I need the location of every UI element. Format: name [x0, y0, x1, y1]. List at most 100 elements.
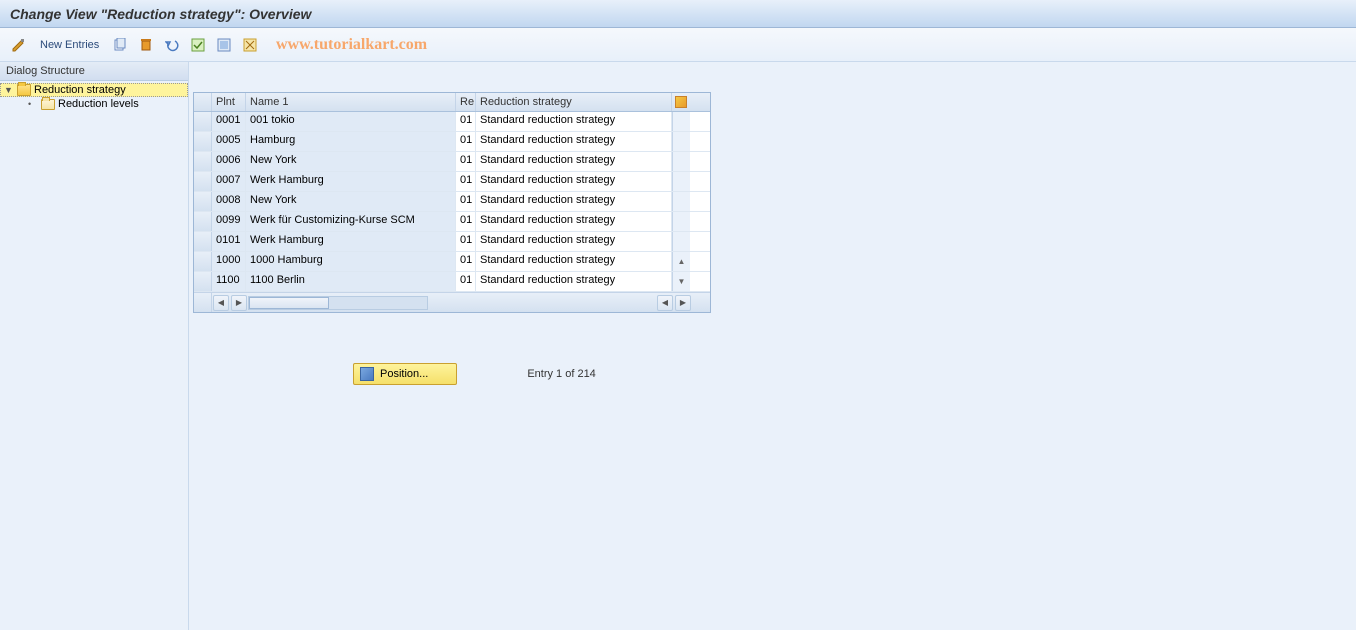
cell-name[interactable]: 1000 Hamburg — [246, 252, 456, 271]
entry-count-text: Entry 1 of 214 — [527, 368, 596, 380]
tree-expander-icon[interactable]: ▼ — [4, 85, 14, 95]
cell-strategy[interactable]: Standard reduction strategy — [476, 192, 672, 211]
column-header-strategy[interactable]: Reduction strategy — [476, 93, 672, 111]
scroll-right-icon[interactable]: ▶ — [231, 295, 247, 311]
cell-name[interactable]: Werk Hamburg — [246, 172, 456, 191]
select-all-icon[interactable] — [187, 34, 209, 56]
cell-name[interactable]: 001 tokio — [246, 112, 456, 131]
table-row: 10001000 Hamburg01Standard reduction str… — [194, 252, 710, 272]
row-selector[interactable] — [194, 212, 212, 231]
scroll-left-icon[interactable]: ◀ — [213, 295, 229, 311]
cell-re[interactable]: 01 — [456, 192, 476, 211]
row-selector[interactable] — [194, 272, 212, 291]
cell-plnt[interactable]: 0005 — [212, 132, 246, 151]
scroll-left-end-icon[interactable]: ◀ — [657, 295, 673, 311]
cell-strategy[interactable]: Standard reduction strategy — [476, 172, 672, 191]
folder-open-icon — [17, 84, 31, 96]
delete-icon[interactable] — [135, 34, 157, 56]
vertical-scroll-cell[interactable]: ▼ — [672, 272, 690, 291]
undo-icon[interactable] — [161, 34, 183, 56]
tree: ▼ Reduction strategy • Reduction levels — [0, 81, 188, 113]
cell-plnt[interactable]: 1100 — [212, 272, 246, 291]
vertical-scroll-cell — [672, 132, 690, 151]
title-bar: Change View "Reduction strategy": Overvi… — [0, 0, 1356, 28]
grid-footer: Position... Entry 1 of 214 — [193, 363, 1356, 385]
table-row: 0005Hamburg01Standard reduction strategy — [194, 132, 710, 152]
tree-bullet-icon: • — [28, 99, 38, 109]
select-block-icon[interactable] — [213, 34, 235, 56]
grid-configure-button[interactable] — [672, 93, 690, 111]
folder-closed-icon — [41, 99, 55, 110]
cell-plnt[interactable]: 0001 — [212, 112, 246, 131]
vertical-scroll-cell — [672, 112, 690, 131]
table-row: 0006New York01Standard reduction strateg… — [194, 152, 710, 172]
scroll-thumb[interactable] — [249, 297, 329, 309]
table-row: 11001100 Berlin01Standard reduction stra… — [194, 272, 710, 292]
deselect-all-icon[interactable] — [239, 34, 261, 56]
cell-plnt[interactable]: 0006 — [212, 152, 246, 171]
toggle-change-icon[interactable] — [8, 34, 30, 56]
cell-plnt[interactable]: 0101 — [212, 232, 246, 251]
scroll-track[interactable] — [248, 296, 428, 310]
grid-header-row: Plnt Name 1 Re Reduction strategy — [194, 93, 710, 112]
cell-re[interactable]: 01 — [456, 212, 476, 231]
cell-name[interactable]: Hamburg — [246, 132, 456, 151]
cell-re[interactable]: 01 — [456, 252, 476, 271]
scroll-right-end-icon[interactable]: ▶ — [675, 295, 691, 311]
row-selector[interactable] — [194, 152, 212, 171]
cell-strategy[interactable]: Standard reduction strategy — [476, 272, 672, 291]
copy-icon[interactable] — [109, 34, 131, 56]
workspace: Dialog Structure ▼ Reduction strategy • … — [0, 62, 1356, 630]
cell-strategy[interactable]: Standard reduction strategy — [476, 212, 672, 231]
row-selector[interactable] — [194, 112, 212, 131]
sidebar-header: Dialog Structure — [0, 62, 188, 81]
configure-icon — [675, 96, 687, 108]
cell-re[interactable]: 01 — [456, 112, 476, 131]
cell-name[interactable]: New York — [246, 192, 456, 211]
row-selector[interactable] — [194, 192, 212, 211]
tree-node-label: Reduction levels — [58, 98, 139, 110]
tree-node-label: Reduction strategy — [34, 84, 126, 96]
cell-re[interactable]: 01 — [456, 272, 476, 291]
cell-strategy[interactable]: Standard reduction strategy — [476, 132, 672, 151]
scroll-up-icon[interactable]: ▲ — [678, 257, 686, 266]
cell-strategy[interactable]: Standard reduction strategy — [476, 252, 672, 271]
cell-re[interactable]: 01 — [456, 152, 476, 171]
row-selector[interactable] — [194, 232, 212, 251]
cell-name[interactable]: Werk Hamburg — [246, 232, 456, 251]
vertical-scroll-cell[interactable]: ▲ — [672, 252, 690, 271]
column-header-name[interactable]: Name 1 — [246, 93, 456, 111]
watermark-text: www.tutorialkart.com — [276, 36, 427, 54]
table-row: 0008New York01Standard reduction strateg… — [194, 192, 710, 212]
vertical-scroll-cell — [672, 232, 690, 251]
scroll-down-icon[interactable]: ▼ — [678, 277, 686, 286]
vertical-scroll-cell — [672, 192, 690, 211]
cell-plnt[interactable]: 1000 — [212, 252, 246, 271]
cell-strategy[interactable]: Standard reduction strategy — [476, 232, 672, 251]
cell-strategy[interactable]: Standard reduction strategy — [476, 152, 672, 171]
row-selector[interactable] — [194, 252, 212, 271]
cell-strategy[interactable]: Standard reduction strategy — [476, 112, 672, 131]
cell-plnt[interactable]: 0007 — [212, 172, 246, 191]
grid-body: 0001001 tokio01Standard reduction strate… — [194, 112, 710, 292]
row-selector[interactable] — [194, 172, 212, 191]
cell-plnt[interactable]: 0008 — [212, 192, 246, 211]
vertical-scroll-cell — [672, 172, 690, 191]
cell-name[interactable]: 1100 Berlin — [246, 272, 456, 291]
horizontal-scrollbar: ◀ ▶ ◀ ▶ — [194, 292, 710, 312]
column-header-re[interactable]: Re — [456, 93, 476, 111]
tree-node-reduction-levels[interactable]: • Reduction levels — [0, 97, 188, 111]
tree-node-reduction-strategy[interactable]: ▼ Reduction strategy — [0, 83, 188, 97]
scroll-corner — [194, 293, 212, 312]
new-entries-button[interactable]: New Entries — [34, 39, 105, 51]
cell-re[interactable]: 01 — [456, 232, 476, 251]
cell-name[interactable]: Werk für Customizing-Kurse SCM — [246, 212, 456, 231]
row-selector[interactable] — [194, 132, 212, 151]
position-button[interactable]: Position... — [353, 363, 457, 385]
cell-re[interactable]: 01 — [456, 132, 476, 151]
cell-plnt[interactable]: 0099 — [212, 212, 246, 231]
row-selector-header[interactable] — [194, 93, 212, 111]
column-header-plnt[interactable]: Plnt — [212, 93, 246, 111]
cell-name[interactable]: New York — [246, 152, 456, 171]
cell-re[interactable]: 01 — [456, 172, 476, 191]
